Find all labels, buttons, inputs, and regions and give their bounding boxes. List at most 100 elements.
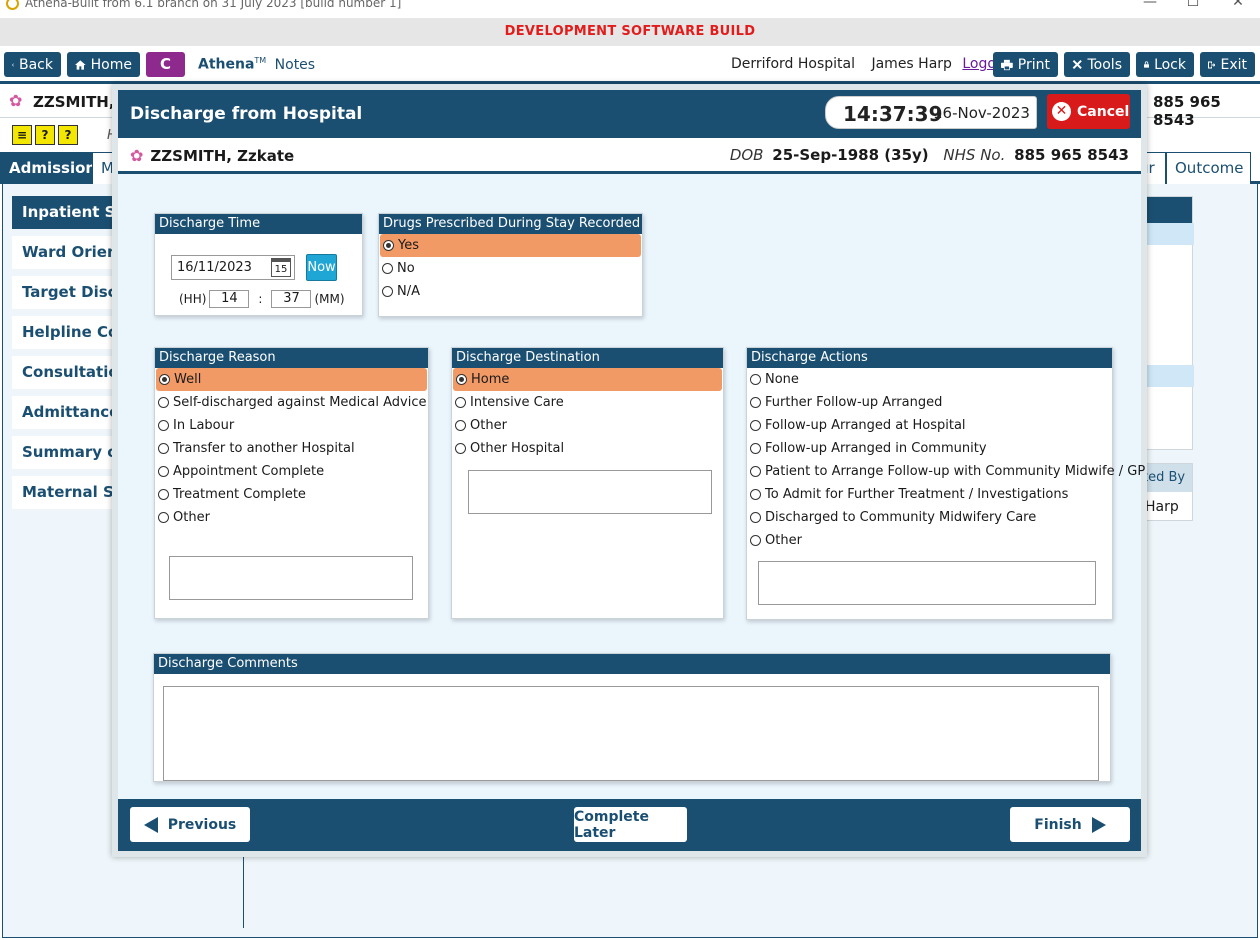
drugs-option[interactable]: No xyxy=(379,257,642,280)
background-recorded-by: ted By Harp xyxy=(1140,463,1193,521)
radio-icon[interactable] xyxy=(158,443,169,454)
action-option[interactable]: Further Follow-up Arranged xyxy=(747,391,1112,414)
radio-icon[interactable] xyxy=(750,535,761,546)
tab-outcome[interactable]: Outcome xyxy=(1166,152,1251,184)
minimize-button[interactable]: — xyxy=(1140,0,1160,10)
destination-option[interactable]: Home xyxy=(453,368,722,391)
radio-icon[interactable] xyxy=(750,466,761,477)
action-option[interactable]: Discharged to Community Midwifery Care xyxy=(747,506,1112,529)
reason-option-label: Well xyxy=(174,372,202,387)
radio-icon[interactable] xyxy=(382,263,393,274)
radio-icon[interactable] xyxy=(158,420,169,431)
tab-admission[interactable]: Admission xyxy=(0,152,96,184)
previous-button[interactable]: Previous xyxy=(130,807,250,842)
radio-icon[interactable] xyxy=(455,420,466,431)
radio-icon[interactable] xyxy=(750,397,761,408)
sidebar-item-inpatient-stay[interactable]: Inpatient Stay xyxy=(12,196,122,229)
back-button[interactable]: Back xyxy=(4,52,61,77)
print-button[interactable]: Print xyxy=(993,52,1058,77)
discharge-reason-panel: Discharge Reason Well Self-discharged aga… xyxy=(154,347,429,619)
action-option[interactable]: Follow-up Arranged at Hospital xyxy=(747,414,1112,437)
radio-icon[interactable] xyxy=(382,286,393,297)
radio-icon[interactable] xyxy=(158,397,169,408)
reason-option[interactable]: Treatment Complete xyxy=(155,483,428,506)
radio-icon[interactable] xyxy=(383,240,394,251)
sidebar-item-target-discharge[interactable]: Target Dischar xyxy=(12,276,122,309)
radio-icon[interactable] xyxy=(158,489,169,500)
reason-option[interactable]: Appointment Complete xyxy=(155,460,428,483)
radio-icon[interactable] xyxy=(158,512,169,523)
action-option-label: Further Follow-up Arranged xyxy=(765,395,943,410)
actions-other-textbox[interactable] xyxy=(758,561,1096,605)
maximize-button[interactable]: ☐ xyxy=(1183,0,1203,10)
radio-icon[interactable] xyxy=(750,512,761,523)
exit-button[interactable]: Exit xyxy=(1200,52,1255,77)
action-option-label: Follow-up Arranged in Community xyxy=(765,441,987,456)
destination-option-label: Other Hospital xyxy=(470,441,565,456)
destination-option[interactable]: Other xyxy=(452,414,723,437)
action-option[interactable]: Follow-up Arranged in Community xyxy=(747,437,1112,460)
radio-icon[interactable] xyxy=(159,374,170,385)
action-option[interactable]: Other xyxy=(747,529,1112,552)
radio-icon[interactable] xyxy=(455,397,466,408)
radio-icon[interactable] xyxy=(750,489,761,500)
help-icon[interactable]: ? xyxy=(58,125,78,145)
minute-field[interactable]: 37 xyxy=(271,290,312,308)
complete-later-button[interactable]: Complete Later xyxy=(574,807,687,842)
c-button[interactable]: C xyxy=(146,52,185,77)
action-option[interactable]: None xyxy=(747,368,1112,391)
radio-icon[interactable] xyxy=(750,374,761,385)
reason-option[interactable]: Transfer to another Hospital xyxy=(155,437,428,460)
destination-option[interactable]: Other Hospital xyxy=(452,437,723,460)
reason-option[interactable]: In Labour xyxy=(155,414,428,437)
sidebar-item-consultation[interactable]: Consultation I xyxy=(12,356,122,389)
sidebar-item-ward-orientation[interactable]: Ward Orientat xyxy=(12,236,122,269)
reason-option[interactable]: Well xyxy=(156,368,427,391)
radio-icon[interactable] xyxy=(750,420,761,431)
dialog-title: Discharge from Hospital xyxy=(130,104,363,124)
chevron-left-icon xyxy=(12,62,14,67)
dialog-footer: Previous Complete Later Finish xyxy=(118,799,1141,851)
reason-option[interactable]: Self-discharged against Medical Advice xyxy=(155,391,428,414)
radio-icon[interactable] xyxy=(456,374,467,385)
window-titlebar: Athena-Built from 6.1 branch on 31 July … xyxy=(0,0,1260,18)
radio-icon[interactable] xyxy=(158,466,169,477)
help-icon[interactable]: ? xyxy=(35,125,55,145)
drugs-option[interactable]: N/A xyxy=(379,280,642,303)
drugs-option[interactable]: Yes xyxy=(380,234,641,257)
close-window-button[interactable]: ✕ xyxy=(1228,0,1248,10)
reason-option[interactable]: Other xyxy=(155,506,428,529)
calendar-icon[interactable]: 15 xyxy=(271,258,291,277)
discharge-actions-panel: Discharge Actions None Further Follow-up … xyxy=(746,347,1145,620)
now-button[interactable]: Now xyxy=(306,254,337,281)
lock-button[interactable]: Lock xyxy=(1136,52,1194,77)
discharge-comments-panel: Discharge Comments xyxy=(153,653,1111,782)
sidebar-item-summary[interactable]: Summary of P xyxy=(12,436,122,469)
sidebar-item-helpline-contact[interactable]: Helpline Cont xyxy=(12,316,122,349)
discharge-comments-textarea[interactable] xyxy=(163,686,1099,781)
current-time: 14:37:39 xyxy=(843,102,943,126)
action-option[interactable]: Patient to Arrange Follow-up with Commun… xyxy=(747,460,1145,483)
window-title: Athena-Built from 6.1 branch on 31 July … xyxy=(6,0,401,10)
cancel-button[interactable]: ✕ Cancel xyxy=(1047,94,1130,129)
exit-icon xyxy=(1208,61,1216,68)
discharge-date-field[interactable]: 16/11/2023 15 xyxy=(171,255,295,280)
destination-option-label: Intensive Care xyxy=(470,395,564,410)
sidebar-item-maternal-self[interactable]: Maternal Self xyxy=(12,476,122,509)
reason-option-label: Self-discharged against Medical Advice xyxy=(173,395,427,410)
list-icon[interactable]: ≡ xyxy=(12,125,32,145)
hour-field[interactable]: 14 xyxy=(209,290,250,308)
tools-button[interactable]: Tools xyxy=(1064,52,1130,77)
destination-other-textbox[interactable] xyxy=(468,470,712,514)
reason-other-textbox[interactable] xyxy=(169,556,413,600)
home-button[interactable]: Home xyxy=(67,52,140,77)
finish-button[interactable]: Finish xyxy=(1010,807,1130,842)
reason-option-label: In Labour xyxy=(173,418,235,433)
radio-icon[interactable] xyxy=(750,443,761,454)
radio-icon[interactable] xyxy=(455,443,466,454)
action-option[interactable]: To Admit for Further Treatment / Investi… xyxy=(747,483,1112,506)
discharge-dialog: Discharge from Hospital 14:37:39 16-Nov-… xyxy=(112,84,1147,857)
session-info: Derriford Hospital James Harp Logout xyxy=(731,56,1010,72)
sidebar-item-admittance-notes[interactable]: Admittance N xyxy=(12,396,122,429)
destination-option[interactable]: Intensive Care xyxy=(452,391,723,414)
